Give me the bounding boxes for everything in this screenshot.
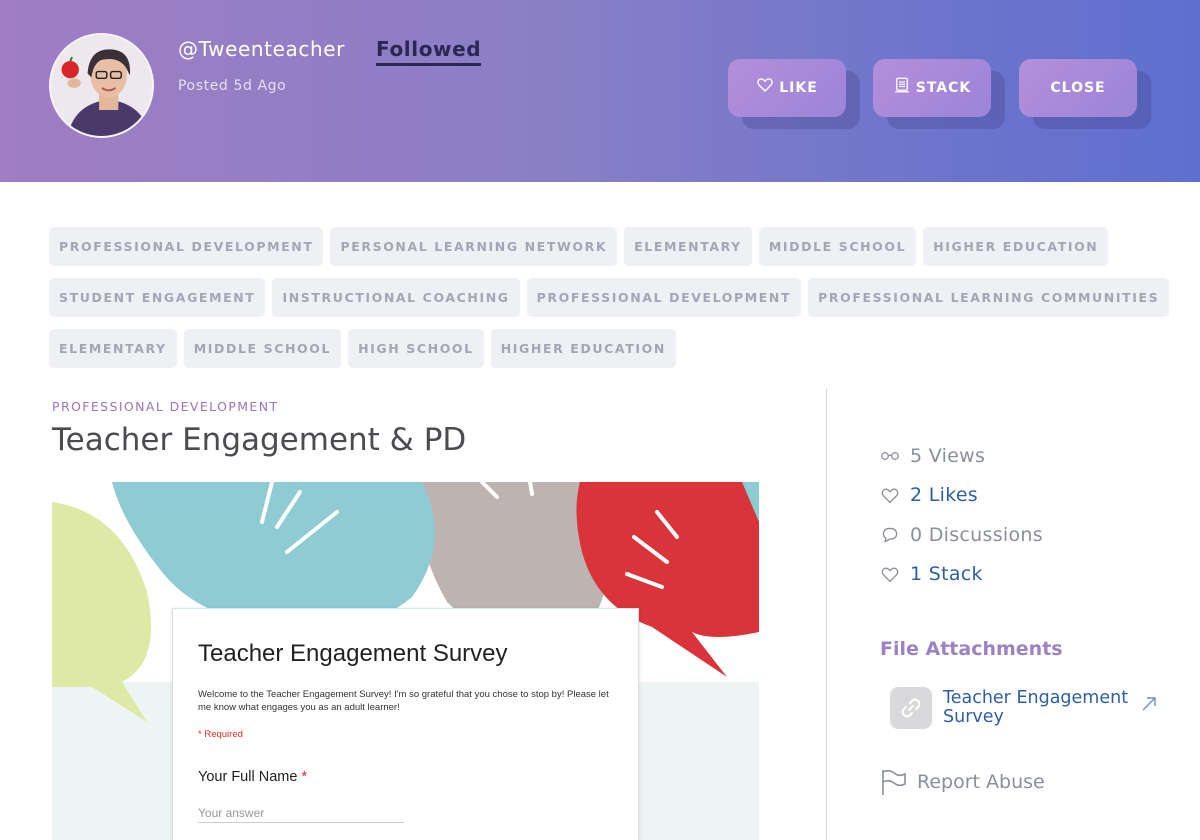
post-preview-image[interactable]: Teacher Engagement Survey Welcome to the…: [52, 482, 759, 840]
tag-chip[interactable]: HIGHER EDUCATION: [490, 329, 676, 368]
survey-form-card: Teacher Engagement Survey Welcome to the…: [172, 608, 639, 840]
tag-chip[interactable]: STUDENT ENGAGEMENT: [49, 278, 266, 317]
tag-chip[interactable]: PERSONAL LEARNING NETWORK: [330, 227, 618, 266]
likes-stat[interactable]: 2 Likes: [880, 484, 978, 506]
comment-icon: [882, 527, 898, 543]
posted-time: Posted 5d Ago: [178, 78, 287, 94]
heart-icon: [757, 78, 774, 92]
tag-chip[interactable]: ELEMENTARY: [49, 329, 177, 368]
avatar-image: [51, 35, 152, 136]
tag-list: PROFESSIONAL DEVELOPMENT PERSONAL LEARNI…: [49, 227, 1170, 380]
tag-chip[interactable]: MIDDLE SCHOOL: [758, 227, 917, 266]
tag-row: PROFESSIONAL DEVELOPMENT PERSONAL LEARNI…: [49, 227, 1149, 266]
discussions-stat: 0 Discussions: [880, 524, 1043, 546]
post-title: Teacher Engagement & PD: [52, 422, 467, 458]
like-button-wrap: LIKE: [728, 59, 860, 129]
glasses-icon: [881, 452, 899, 460]
external-link-arrow-icon: [1142, 697, 1156, 711]
close-button-wrap: CLOSE: [1019, 59, 1151, 129]
username[interactable]: @Tweenteacher: [178, 37, 345, 61]
stacks-count: 1 Stack: [910, 563, 983, 585]
tag-chip[interactable]: MIDDLE SCHOOL: [183, 329, 342, 368]
close-button-label: CLOSE: [1050, 80, 1106, 96]
tag-row: ELEMENTARY MIDDLE SCHOOL HIGH SCHOOL HIG…: [49, 329, 1149, 368]
link-icon: [901, 698, 921, 718]
required-note: * Required: [198, 729, 243, 740]
tag-chip[interactable]: ELEMENTARY: [624, 227, 752, 266]
question-label: Your Full Name *: [198, 769, 307, 785]
required-star: *: [301, 769, 308, 785]
close-button[interactable]: CLOSE: [1019, 59, 1137, 117]
likes-count: 2 Likes: [910, 484, 979, 506]
avatar[interactable]: [49, 33, 154, 138]
attachment-thumb: [890, 687, 932, 729]
post-category[interactable]: PROFESSIONAL DEVELOPMENT: [52, 399, 279, 414]
report-abuse-label: Report Abuse: [917, 771, 1045, 793]
tag-chip[interactable]: PROFESSIONAL DEVELOPMENT: [526, 278, 802, 317]
tag-chip[interactable]: PROFESSIONAL LEARNING COMMUNITIES: [808, 278, 1170, 317]
tag-chip[interactable]: INSTRUCTIONAL COACHING: [272, 278, 520, 317]
profile-header: @Tweenteacher Followed Posted 5d Ago LIK…: [0, 0, 1200, 182]
stack-button-label: STACK: [915, 80, 972, 96]
tag-chip[interactable]: PROFESSIONAL DEVELOPMENT: [49, 227, 324, 266]
survey-title: Teacher Engagement Survey: [198, 640, 508, 667]
survey-description: Welcome to the Teacher Engagement Survey…: [198, 689, 609, 713]
flag-icon: [882, 769, 906, 795]
stack-button[interactable]: STACK: [873, 59, 991, 117]
views-stat: 5 Views: [880, 445, 985, 467]
like-button-label: LIKE: [779, 80, 818, 96]
stack-icon: [894, 77, 909, 93]
heart-icon: [881, 488, 899, 504]
stacks-stat[interactable]: 1 Stack: [880, 563, 983, 585]
attachment-name: Teacher Engagement Survey: [943, 688, 1129, 727]
like-button[interactable]: LIKE: [728, 59, 846, 117]
file-attachments-heading: File Attachments: [880, 638, 1063, 660]
stack-button-wrap: STACK: [873, 59, 1005, 129]
tag-chip[interactable]: HIGHER EDUCATION: [923, 227, 1109, 266]
tag-row: STUDENT ENGAGEMENT INSTRUCTIONAL COACHIN…: [49, 278, 1170, 317]
question-text: Your Full Name: [198, 769, 298, 785]
heart-icon: [881, 567, 899, 583]
tag-chip[interactable]: HIGH SCHOOL: [348, 329, 484, 368]
report-abuse-link[interactable]: Report Abuse: [880, 768, 1045, 796]
full-name-input[interactable]: [198, 803, 404, 823]
column-divider: [826, 388, 827, 840]
follow-button[interactable]: Followed: [376, 37, 482, 66]
discussions-count: 0 Discussions: [910, 524, 1043, 546]
views-count: 5 Views: [910, 445, 986, 467]
attachment-link[interactable]: Teacher Engagement Survey: [890, 687, 1160, 731]
